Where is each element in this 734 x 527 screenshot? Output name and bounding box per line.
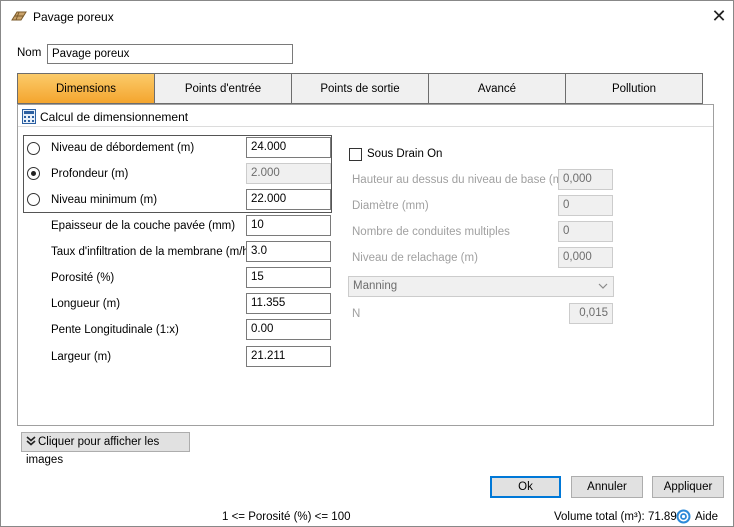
paved-layer-thickness-input[interactable]: 10: [246, 215, 331, 236]
radio-overflow-level[interactable]: [27, 142, 40, 155]
close-icon: ✕: [711, 6, 727, 26]
title-bar: Pavage poreux ✕: [1, 1, 733, 33]
show-images-button[interactable]: Cliquer pour afficher les images: [21, 432, 190, 466]
name-input[interactable]: Pavage poreux: [47, 44, 293, 64]
apply-label: Appliquer: [663, 481, 713, 493]
calculator-icon: [22, 109, 36, 124]
tab-entry-points-label: Points d'entrée: [184, 83, 262, 95]
overflow-level-input[interactable]: 24.000: [246, 137, 331, 158]
width-input[interactable]: 21.211: [246, 346, 331, 367]
show-images-label: Cliquer pour afficher les images: [26, 436, 160, 466]
method-select-value: Manning: [353, 280, 398, 292]
tab-bar: Dimensions Points d'entrée Points de sor…: [17, 73, 703, 104]
tab-advanced[interactable]: Avancé: [428, 73, 566, 104]
paved-layer-thickness-label: Epaisseur de la couche pavée (mm): [51, 220, 236, 232]
length-value: 11.355: [251, 297, 286, 309]
n-input[interactable]: 0,015: [569, 303, 613, 324]
double-chevron-down-icon: [26, 436, 36, 446]
tab-dimensions[interactable]: Dimensions: [17, 73, 155, 104]
radio-minimum-level[interactable]: [27, 193, 40, 206]
infiltration-rate-input[interactable]: 3.0: [246, 241, 331, 262]
height-above-base-input[interactable]: 0,000: [558, 169, 613, 190]
ok-label: Ok: [518, 481, 533, 493]
apply-button[interactable]: Appliquer: [652, 476, 724, 498]
method-select[interactable]: Manning: [348, 276, 614, 297]
porosity-input[interactable]: 15: [246, 267, 331, 288]
under-drain-label: Sous Drain On: [367, 148, 443, 160]
diameter-label: Diamètre (mm): [352, 200, 429, 212]
multiple-pipes-input[interactable]: 0: [558, 221, 613, 242]
window-title: Pavage poreux: [33, 10, 114, 24]
n-label: N: [352, 308, 361, 320]
multiple-pipes-value: 0: [563, 225, 570, 237]
minimum-level-value: 22.000: [251, 193, 287, 205]
height-above-base-label: Hauteur au dessus du niveau de base (m): [352, 174, 567, 186]
length-input[interactable]: 11.355: [246, 293, 331, 314]
depth-label: Profondeur (m): [51, 168, 129, 180]
release-level-value: 0,000: [563, 251, 592, 263]
tab-exit-points[interactable]: Points de sortie: [291, 73, 429, 104]
tab-advanced-label: Avancé: [477, 83, 517, 95]
cancel-label: Annuler: [587, 481, 627, 493]
section-title: Calcul de dimensionnement: [40, 110, 189, 124]
diameter-value: 0: [563, 199, 570, 211]
porosity-value: 15: [251, 271, 264, 283]
n-value: 0,015: [579, 307, 608, 319]
width-value: 21.211: [251, 350, 286, 362]
tab-pollution[interactable]: Pollution: [565, 73, 703, 104]
diameter-input[interactable]: 0: [558, 195, 613, 216]
validation-message: 1 <= Porosité (%) <= 100: [222, 511, 351, 523]
under-drain-checkbox[interactable]: [349, 148, 362, 161]
name-input-value: Pavage poreux: [52, 48, 130, 60]
dialog-window: Pavage poreux ✕ Nom Pavage poreux Dimens…: [0, 0, 734, 527]
overflow-level-label: Niveau de débordement (m): [51, 142, 195, 154]
height-above-base-value: 0,000: [563, 173, 592, 185]
paved-layer-thickness-value: 10: [251, 219, 264, 231]
close-button[interactable]: ✕: [707, 5, 731, 29]
minimum-level-input[interactable]: 22.000: [246, 189, 331, 210]
chevron-down-icon: [598, 283, 608, 289]
help-icon[interactable]: [676, 509, 691, 524]
depth-input[interactable]: 2.000: [246, 163, 331, 184]
infiltration-rate-value: 3.0: [251, 245, 267, 257]
longitudinal-slope-input[interactable]: 0.00: [246, 319, 331, 340]
tab-pollution-label: Pollution: [611, 83, 657, 95]
width-label: Largeur (m): [51, 351, 112, 363]
name-label: Nom: [17, 47, 42, 59]
help-link[interactable]: Aide: [695, 511, 718, 523]
release-level-label: Niveau de relachage (m): [352, 252, 478, 264]
tab-entry-points[interactable]: Points d'entrée: [154, 73, 292, 104]
multiple-pipes-label: Nombre de conduites multiples: [352, 226, 510, 238]
infiltration-rate-label: Taux d'infiltration de la membrane (m/h): [51, 246, 253, 258]
overflow-level-value: 24.000: [251, 141, 287, 153]
tab-dimensions-label: Dimensions: [55, 83, 117, 95]
depth-value: 2.000: [251, 167, 280, 179]
tab-exit-points-label: Points de sortie: [320, 83, 400, 95]
ok-button[interactable]: Ok: [490, 476, 561, 498]
longitudinal-slope-value: 0.00: [251, 323, 274, 335]
minimum-level-label: Niveau minimum (m): [51, 194, 158, 206]
longitudinal-slope-label: Pente Longitudinale (1:x): [51, 324, 179, 336]
pavement-icon: [11, 11, 27, 21]
radio-depth[interactable]: [27, 167, 40, 180]
cancel-button[interactable]: Annuler: [571, 476, 643, 498]
porosity-label: Porosité (%): [51, 272, 115, 284]
total-volume: Volume total (m³): 71.893: [554, 511, 684, 523]
release-level-input[interactable]: 0,000: [558, 247, 613, 268]
length-label: Longueur (m): [51, 298, 121, 310]
